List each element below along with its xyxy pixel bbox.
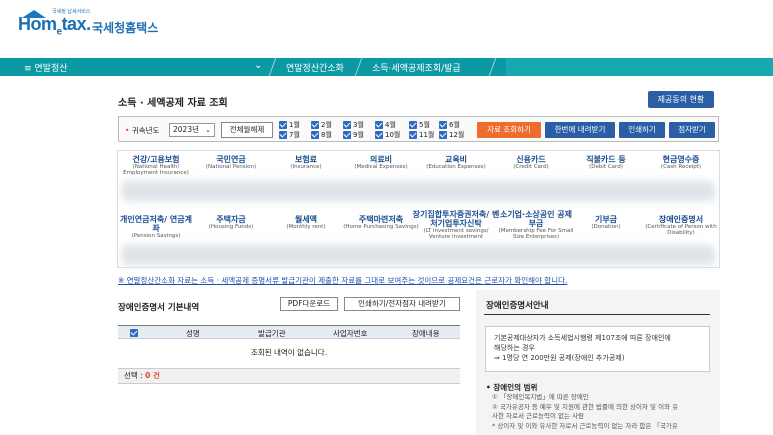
column-disability-details: 장애내용 bbox=[412, 329, 440, 338]
category-insurance[interactable]: 보험료 (Insurance) bbox=[267, 155, 345, 170]
category-lt-investment[interactable]: 장기집합투자증권저축/ 벤처기업투자신탁 (LT investment savin… bbox=[412, 210, 500, 240]
query-data-button[interactable]: 자료 조회하기 bbox=[477, 122, 541, 138]
info-line: 해당하는 경우 bbox=[494, 344, 535, 352]
empty-message: 조회된 내역이 없습니다. bbox=[250, 348, 328, 357]
range-title: • 장애인의 범위 bbox=[486, 383, 538, 392]
month-checkbox-9[interactable]: 9월 bbox=[343, 130, 364, 140]
range-text: ① 「장애인복지법」에 따른 장애인 ② 국가유공자 등 예우 및 지원에 관한… bbox=[492, 393, 714, 431]
main-nav-bar: ≡ 연말정산 ⌄ 연말정산간소화 소득·세액공제조회/발급 bbox=[0, 58, 773, 76]
toggle-all-months-button[interactable]: 전체월해제 bbox=[221, 122, 273, 138]
month-checkbox-5[interactable]: 5월 bbox=[409, 120, 430, 130]
select-all-checkbox[interactable] bbox=[130, 329, 138, 337]
selection-count-bar: 선택 : 0 건 bbox=[118, 368, 460, 384]
breadcrumb-simplified-service[interactable]: 연말정산간소화 bbox=[286, 61, 344, 74]
month-checkbox-6[interactable]: 6월 bbox=[439, 120, 460, 130]
year-select[interactable]: 2023년 ⌄ bbox=[169, 123, 215, 137]
download-all-button[interactable]: 한번에 내려받기 bbox=[545, 122, 615, 138]
menu-year-end-settlement[interactable]: ≡ 연말정산 bbox=[24, 61, 68, 74]
hometax-logo[interactable]: 국세청 납세서비스 Hometax. 국세청홈택스 bbox=[18, 8, 178, 38]
site-header: 국세청 납세서비스 Hometax. 국세청홈택스 bbox=[0, 0, 773, 58]
blurred-values-row-2 bbox=[122, 245, 715, 265]
category-cash-receipt[interactable]: 현금영수증 (Cash Receipt) bbox=[642, 155, 720, 170]
category-donation[interactable]: 기부금 (Donation) bbox=[567, 215, 645, 230]
page-title: 소득 · 세액공제 자료 조회 bbox=[118, 98, 228, 109]
notice-text: ※ 연말정산간소화 자료는 소득 · 세액공제 증명서류 발급기관이 제출한 자… bbox=[118, 276, 568, 285]
month-checkbox-8[interactable]: 8월 bbox=[311, 130, 332, 140]
category-debit-card[interactable]: 직불카드 등 (Debit Card) bbox=[567, 155, 645, 170]
category-home-savings[interactable]: 주택마련저축 (Home Purchasing Savings) bbox=[342, 215, 420, 230]
nav-tail bbox=[506, 58, 773, 76]
breadcrumb-separator bbox=[354, 58, 372, 76]
category-monthly-rent[interactable]: 월세액 (Monthly rent) bbox=[267, 215, 345, 230]
range-line: * 상이자 및 이와 유사한 자로서 근로능력이 없는 자라 함은 「국가유 bbox=[492, 421, 678, 430]
filter-bar: • 귀속년도 2023년 ⌄ 전체월해제 1월 7월 2월 8월 3월 9월 4월… bbox=[118, 116, 719, 142]
guide-info-box: 기본공제대상자가 소득세법시행령 제107조에 따른 장애인에 해당하는 경우 … bbox=[485, 326, 710, 372]
info-line: 기본공제대상자가 소득세법시행령 제107조에 따른 장애인에 bbox=[494, 334, 671, 342]
blurred-values-row-1 bbox=[122, 181, 715, 201]
breadcrumb-separator bbox=[488, 58, 506, 76]
month-checkbox-3[interactable]: 3월 bbox=[343, 120, 364, 130]
range-line: 사한 자로서 근로능력이 없는 사람 bbox=[492, 412, 584, 420]
logo-korean-name: 국세청홈택스 bbox=[92, 21, 159, 35]
category-education[interactable]: 교육비 (Education Expenses) bbox=[417, 155, 495, 170]
breadcrumb-deduction-query[interactable]: 소득·세액공제조회/발급 bbox=[372, 61, 461, 74]
category-medical[interactable]: 의료비 (Medical Expenses) bbox=[342, 155, 420, 170]
pdf-download-button[interactable]: PDF다운로드 bbox=[280, 297, 338, 311]
month-checkbox-10[interactable]: 10월 bbox=[375, 130, 400, 140]
month-checkbox-2[interactable]: 2월 bbox=[311, 120, 332, 130]
consent-status-button[interactable]: 제공동의 현황 bbox=[648, 91, 714, 108]
category-disability-certificate[interactable]: 장애인증명서 (Certificate of Person with Disabi… bbox=[642, 215, 720, 236]
chevron-down-icon[interactable]: ⌄ bbox=[254, 60, 262, 71]
breadcrumb-separator bbox=[268, 58, 286, 76]
braille-button[interactable]: 점자받기 bbox=[669, 122, 715, 138]
month-checkbox-4[interactable]: 4월 bbox=[375, 120, 396, 130]
page: 국세청 납세서비스 Hometax. 국세청홈택스 ≡ 연말정산 ⌄ 연말정산간… bbox=[0, 0, 773, 435]
info-line: ⇒ 1명당 연 200만원 공제(장애인 추가공제) bbox=[494, 354, 625, 362]
month-checkbox-12[interactable]: 12월 bbox=[439, 130, 464, 140]
category-housing-funds[interactable]: 주택자금 (Housing Funds) bbox=[192, 215, 270, 230]
table-header: 성명 발급기관 사업자번호 장애내용 bbox=[118, 325, 460, 339]
guide-title: 장애인증명서안내 bbox=[486, 301, 549, 311]
category-national-pension[interactable]: 국민연금 (National Pension) bbox=[192, 155, 270, 170]
range-line: ② 국가유공자 등 예우 및 지원에 관한 법률에 의한 상이자 및 이와 유 bbox=[492, 402, 679, 411]
print-button[interactable]: 인쇄하기 bbox=[619, 122, 665, 138]
column-name: 성명 bbox=[186, 329, 200, 338]
month-checkbox-11[interactable]: 11월 bbox=[409, 130, 434, 140]
month-checkbox-1[interactable]: 1월 bbox=[279, 120, 300, 130]
logo-wordmark: Hometax. bbox=[18, 14, 91, 38]
category-health-insurance[interactable]: 건강/고용보험 (National Health/ Employment Insu… bbox=[117, 155, 195, 176]
divider bbox=[484, 314, 710, 315]
selection-count: 0 건 bbox=[145, 371, 160, 380]
print-braille-button[interactable]: 인쇄하기/전자점자 내려받기 bbox=[344, 297, 460, 311]
range-line: ① 「장애인복지법」에 따른 장애인 bbox=[492, 393, 589, 401]
column-business-number: 사업자번호 bbox=[333, 329, 368, 338]
section-title-disability-basic: 장애인증명서 기본내역 bbox=[118, 303, 200, 313]
category-pension-savings[interactable]: 개인연금저축/ 연금계좌 (Pension Savings) bbox=[117, 215, 195, 239]
chevron-down-icon: ⌄ bbox=[205, 126, 211, 134]
month-checkbox-7[interactable]: 7월 bbox=[279, 130, 300, 140]
year-label: • 귀속년도 bbox=[125, 126, 160, 135]
column-issuer: 발급기관 bbox=[258, 329, 286, 338]
category-small-business[interactable]: 소기업·소상공인 공제부금 (Membership Fee For Small S… bbox=[497, 210, 575, 240]
category-credit-card[interactable]: 신용카드 (Credit Card) bbox=[492, 155, 570, 170]
